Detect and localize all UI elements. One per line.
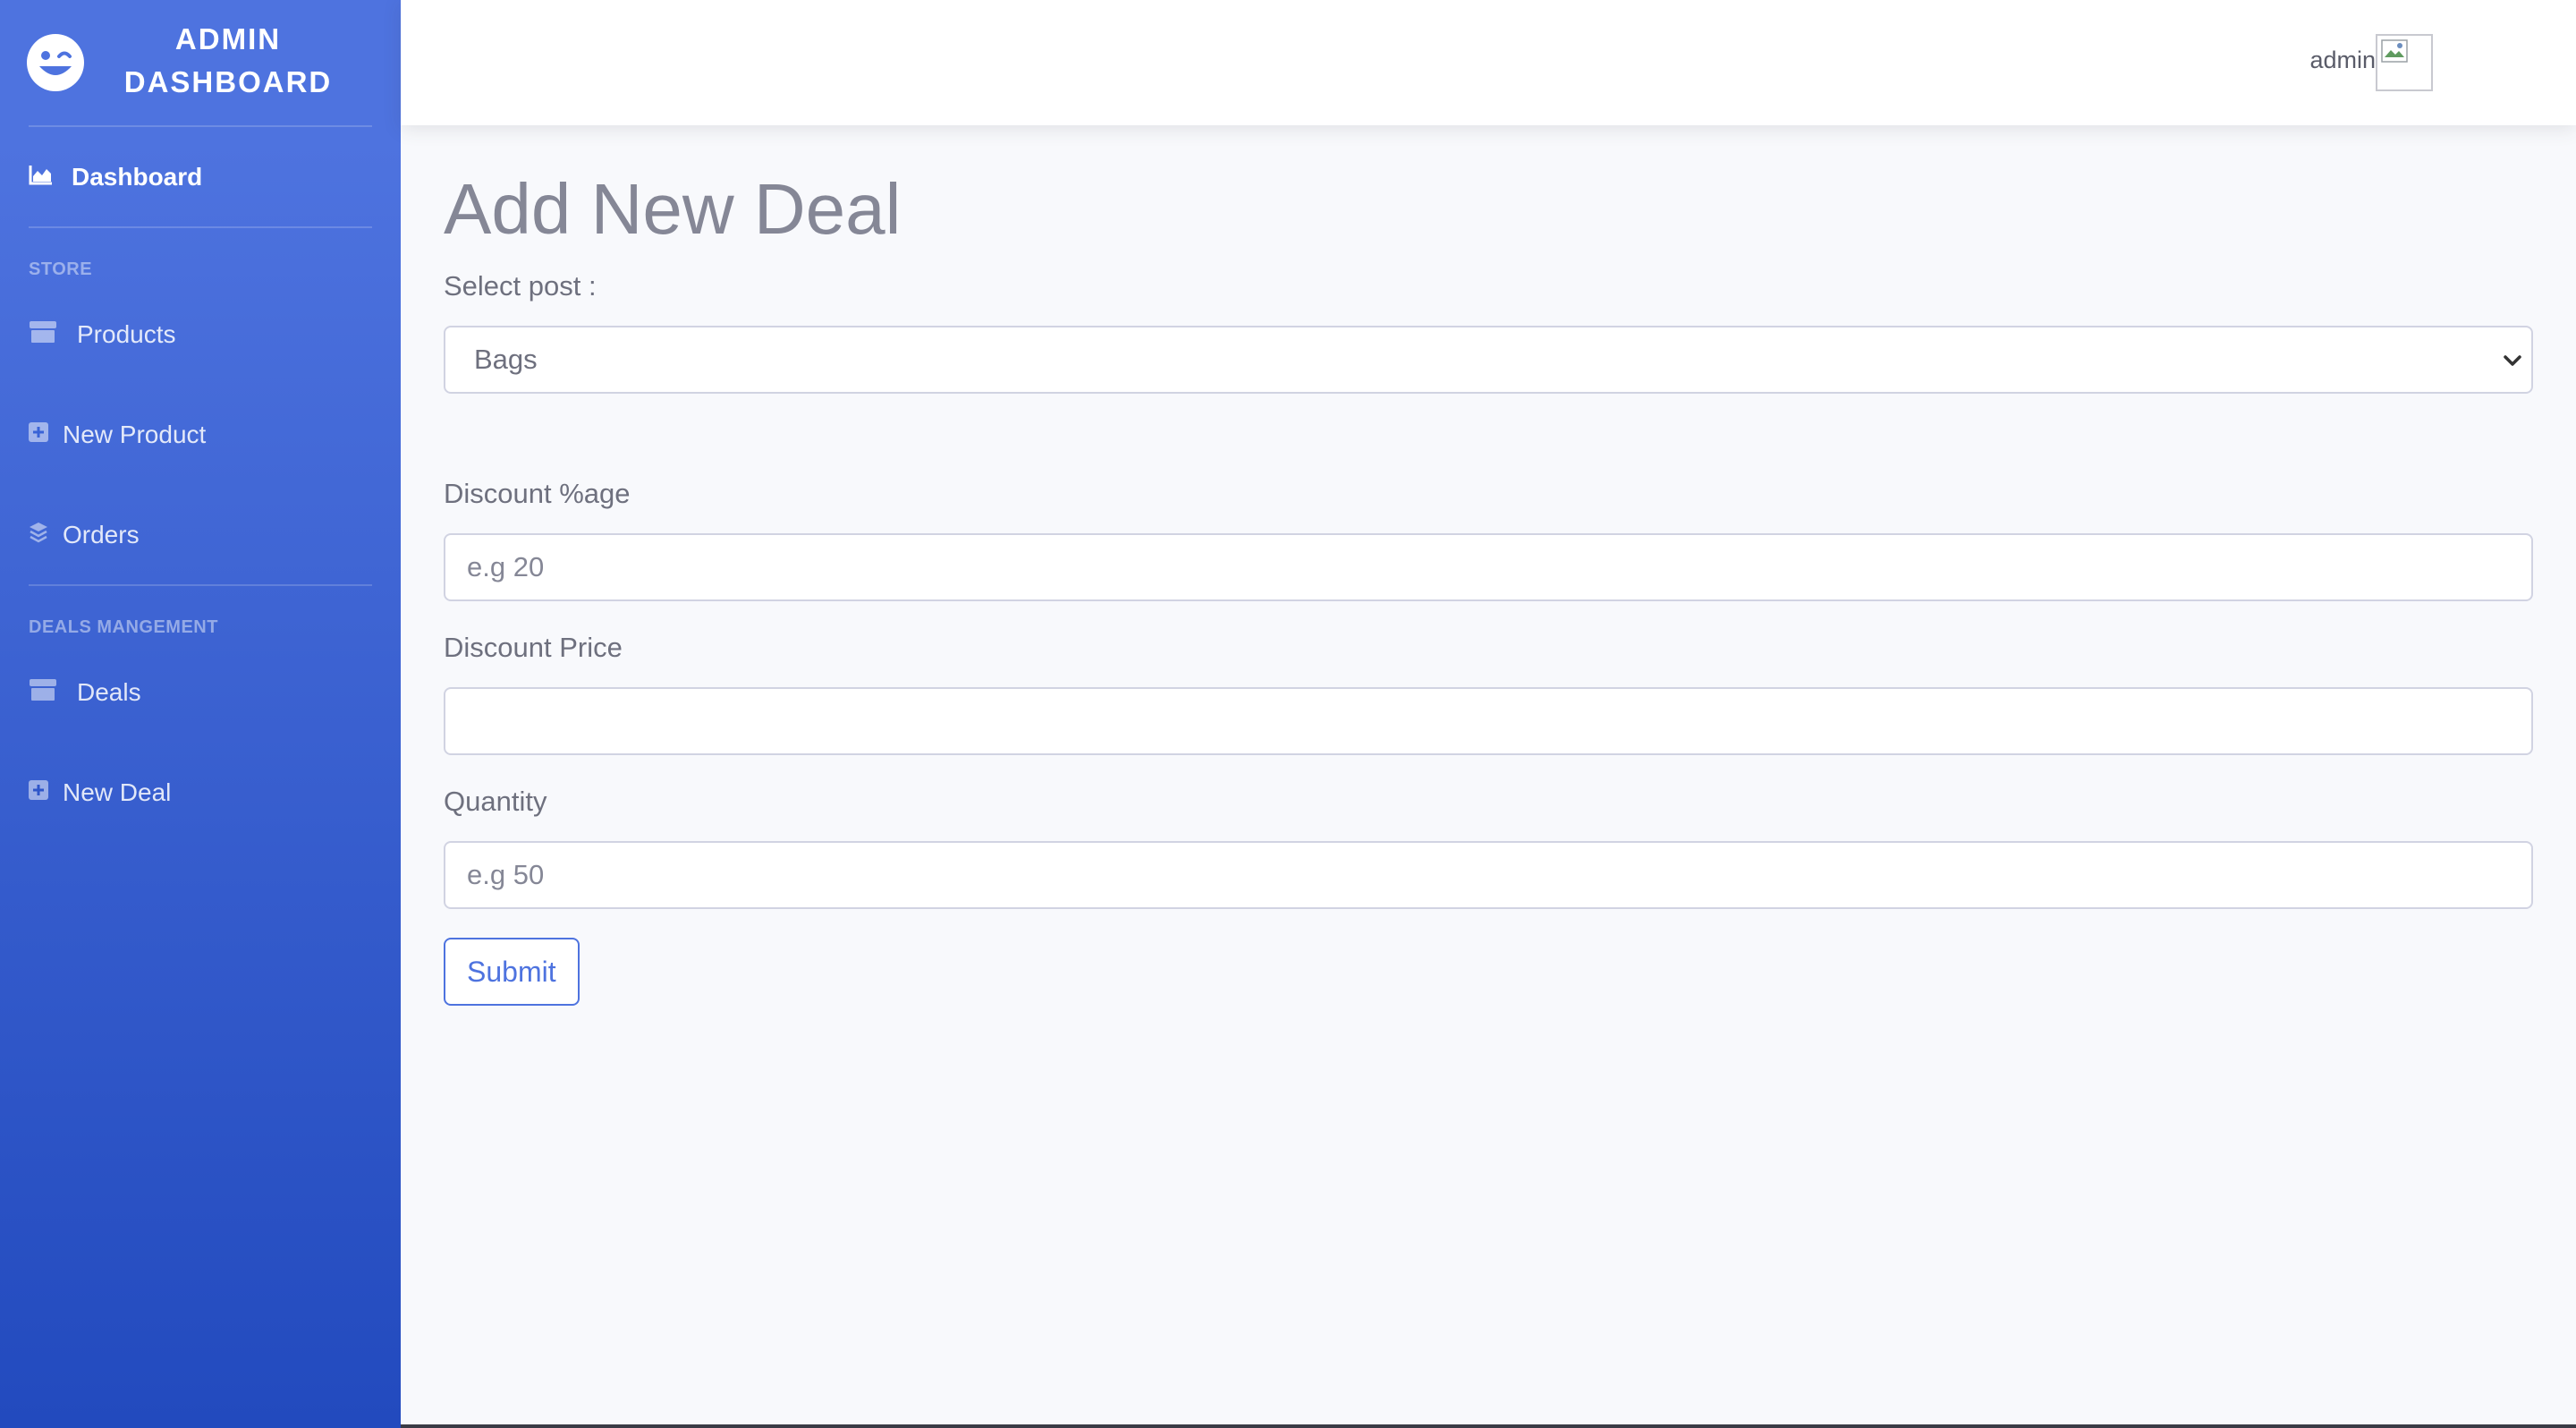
store-icon	[29, 678, 68, 708]
post-select-value: Bags	[474, 344, 538, 375]
discount-price-label: Discount Price	[444, 632, 623, 663]
sidebar-heading-deals: DEALS MANGEMENT	[29, 617, 218, 637]
sidebar-heading-store: STORE	[29, 259, 93, 279]
quantity-label: Quantity	[444, 786, 547, 817]
sidebar-item-dashboard[interactable]: Dashboard	[29, 150, 202, 204]
submit-button[interactable]: Submit	[444, 938, 580, 1006]
sidebar-item-label: Products	[77, 320, 176, 348]
sidebar-divider	[29, 125, 372, 127]
sidebar-divider	[29, 226, 372, 228]
chart-area-icon	[29, 164, 59, 191]
sidebar-item-label: New Product	[63, 421, 207, 448]
layer-group-icon	[29, 522, 50, 549]
sidebar-item-new-deal[interactable]: New Deal	[29, 766, 171, 820]
window-bottom-edge	[401, 1424, 2576, 1428]
page-title: Add New Deal	[444, 169, 902, 249]
sidebar: ADMIN DASHBOARD Dashboard STORE Products	[0, 0, 401, 1428]
topbar: admin	[401, 0, 2576, 125]
chevron-down-icon	[2504, 355, 2521, 366]
sidebar-item-products[interactable]: Products	[29, 308, 176, 361]
sidebar-item-deals[interactable]: Deals	[29, 666, 141, 719]
sidebar-item-label: Orders	[63, 521, 140, 548]
quantity-input[interactable]	[444, 841, 2533, 909]
sidebar-item-orders[interactable]: Orders	[29, 508, 140, 562]
brand-title: ADMIN DASHBOARD	[98, 18, 358, 104]
laugh-wink-icon	[27, 34, 84, 91]
user-name[interactable]: admin	[2309, 47, 2376, 74]
brand-title-line2: DASHBOARD	[123, 65, 333, 98]
select-post-label: Select post :	[444, 270, 597, 302]
sidebar-item-label: Dashboard	[72, 163, 203, 191]
plus-square-icon	[29, 779, 50, 806]
sidebar-item-label: New Deal	[63, 778, 172, 806]
sidebar-divider	[29, 584, 372, 586]
discount-price-input[interactable]	[444, 687, 2533, 755]
sidebar-item-new-product[interactable]: New Product	[29, 408, 206, 462]
store-icon	[29, 320, 68, 350]
post-select[interactable]: Bags	[444, 326, 2533, 394]
discount-percent-input[interactable]	[444, 533, 2533, 601]
brand-title-line1: ADMIN	[174, 22, 282, 55]
brand-link[interactable]: ADMIN DASHBOARD	[0, 0, 401, 125]
discount-percent-label: Discount %age	[444, 478, 631, 509]
plus-square-icon	[29, 421, 50, 448]
sidebar-item-label: Deals	[77, 678, 141, 706]
avatar[interactable]	[2376, 34, 2433, 91]
broken-image-icon	[2381, 39, 2408, 63]
